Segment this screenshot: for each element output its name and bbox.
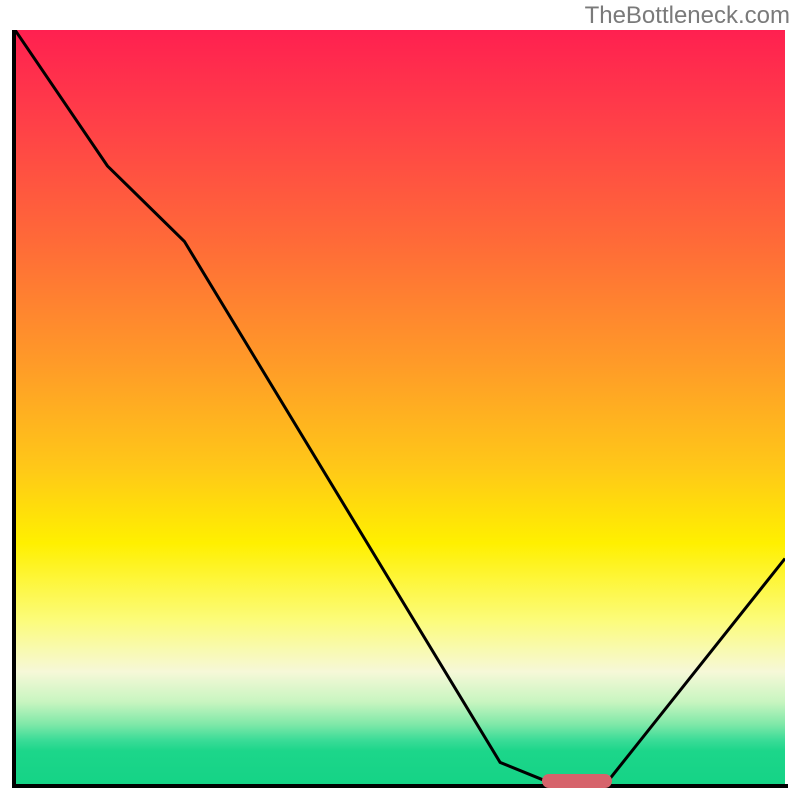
- optimal-marker: [542, 774, 612, 788]
- bottleneck-curve-path: [15, 30, 785, 781]
- bottleneck-chart: TheBottleneck.com: [0, 0, 800, 800]
- curve-layer: [15, 30, 785, 785]
- watermark-text: TheBottleneck.com: [585, 2, 790, 30]
